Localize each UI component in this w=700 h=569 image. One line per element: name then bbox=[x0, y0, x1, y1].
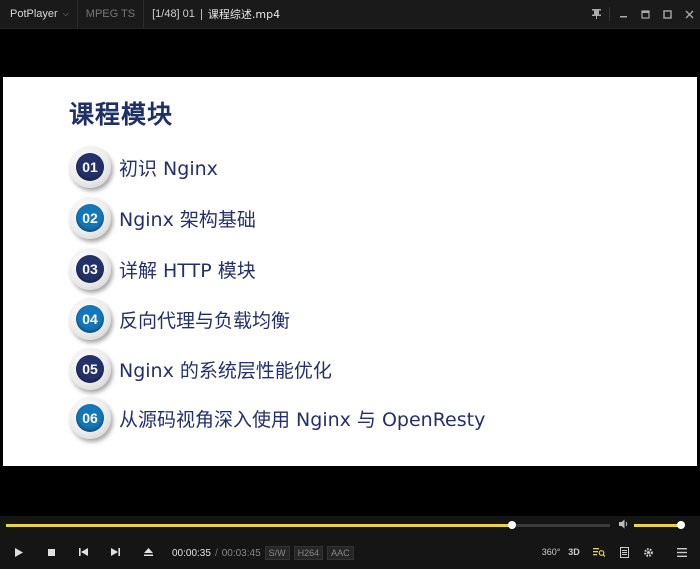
module-text: 从源码视角深入使用 Nginx 与 OpenResty bbox=[119, 408, 486, 431]
format-label: MPEG TS bbox=[78, 0, 145, 28]
play-button[interactable] bbox=[8, 543, 30, 561]
3d-button[interactable]: 3D bbox=[565, 543, 583, 561]
badge-number: 05 bbox=[76, 355, 104, 383]
title-bar: PotPlayer ⌵ MPEG TS [1/48] 01 课程综述.mp4 bbox=[0, 0, 700, 29]
module-text: 初识 Nginx bbox=[119, 157, 218, 180]
chevron-down-icon: ⌵ bbox=[62, 9, 69, 18]
restore-icon[interactable] bbox=[634, 0, 656, 28]
video-codec-tag[interactable]: H264 bbox=[293, 546, 324, 560]
module-text: 反向代理与负载均衡 bbox=[119, 309, 291, 332]
maximize-icon[interactable] bbox=[656, 0, 678, 28]
volume-icon[interactable] bbox=[619, 519, 630, 532]
module-item: 04 反向代理与负载均衡 bbox=[69, 297, 290, 341]
seek-bar[interactable] bbox=[6, 521, 610, 529]
slide-title: 课程模块 bbox=[69, 100, 174, 129]
time-display: 00:00:35 / 00:03:45 S/W H264 AAC bbox=[172, 546, 354, 560]
badge-number: 02 bbox=[76, 204, 104, 232]
next-button[interactable] bbox=[104, 543, 126, 561]
minimize-icon[interactable] bbox=[612, 0, 634, 28]
module-item: 01 初识 Nginx bbox=[69, 145, 218, 189]
number-badge: 01 bbox=[69, 146, 111, 188]
seek-handle[interactable] bbox=[508, 521, 517, 529]
total-time: 00:03:45 bbox=[221, 547, 261, 559]
badge-number: 01 bbox=[76, 153, 104, 181]
video-frame: 课程模块 01 初识 Nginx 02 Nginx 架构基础 03 详解 HTT… bbox=[3, 77, 697, 466]
document-icon[interactable] bbox=[615, 543, 633, 561]
control-bar: 00:00:35 / 00:03:45 S/W H264 AAC 360° 3D bbox=[0, 516, 700, 569]
eject-button[interactable] bbox=[137, 543, 159, 561]
playlist-search-icon[interactable] bbox=[590, 543, 608, 561]
module-text: Nginx 架构基础 bbox=[119, 208, 256, 231]
volume-level bbox=[634, 524, 681, 527]
module-text: 详解 HTTP 模块 bbox=[119, 259, 256, 282]
time-separator: / bbox=[214, 547, 218, 559]
module-item: 06 从源码视角深入使用 Nginx 与 OpenResty bbox=[69, 396, 485, 440]
number-badge: 06 bbox=[69, 397, 111, 439]
audio-codec-tag[interactable]: AAC bbox=[327, 546, 354, 560]
settings-gear-icon[interactable] bbox=[639, 543, 657, 561]
badge-number: 04 bbox=[76, 305, 104, 333]
number-badge: 03 bbox=[69, 248, 111, 290]
module-text: Nginx 的系统层性能优化 bbox=[119, 359, 332, 382]
number-badge: 02 bbox=[69, 197, 111, 239]
menu-icon[interactable] bbox=[673, 543, 691, 561]
app-name: PotPlayer bbox=[10, 8, 58, 20]
stop-button[interactable] bbox=[40, 543, 62, 561]
window-controls bbox=[585, 0, 700, 28]
volume-handle[interactable] bbox=[676, 521, 685, 529]
pin-icon[interactable] bbox=[585, 0, 607, 28]
file-name: 课程综述.mp4 bbox=[207, 8, 281, 21]
module-item: 05 Nginx 的系统层性能优化 bbox=[69, 347, 332, 391]
module-item: 03 详解 HTTP 模块 bbox=[69, 247, 256, 291]
current-time: 00:00:35 bbox=[172, 547, 211, 559]
volume-slider[interactable] bbox=[634, 521, 685, 529]
seek-progress bbox=[6, 524, 513, 527]
module-item: 02 Nginx 架构基础 bbox=[69, 196, 256, 240]
number-badge: 05 bbox=[69, 348, 111, 390]
video-area[interactable]: 课程模块 01 初识 Nginx 02 Nginx 架构基础 03 详解 HTT… bbox=[0, 29, 700, 516]
close-icon[interactable] bbox=[678, 0, 700, 28]
sw-decoder-tag[interactable]: S/W bbox=[264, 546, 290, 560]
playlist-position: [1/48] 01 bbox=[152, 8, 195, 20]
vr-360-button[interactable]: 360° bbox=[541, 543, 561, 561]
number-badge: 04 bbox=[69, 298, 111, 340]
previous-button[interactable] bbox=[72, 543, 94, 561]
app-menu-button[interactable]: PotPlayer ⌵ bbox=[0, 0, 78, 28]
window-controls-divider bbox=[609, 7, 610, 21]
badge-number: 03 bbox=[76, 255, 104, 283]
title-divider bbox=[200, 8, 202, 20]
badge-number: 06 bbox=[76, 404, 104, 432]
